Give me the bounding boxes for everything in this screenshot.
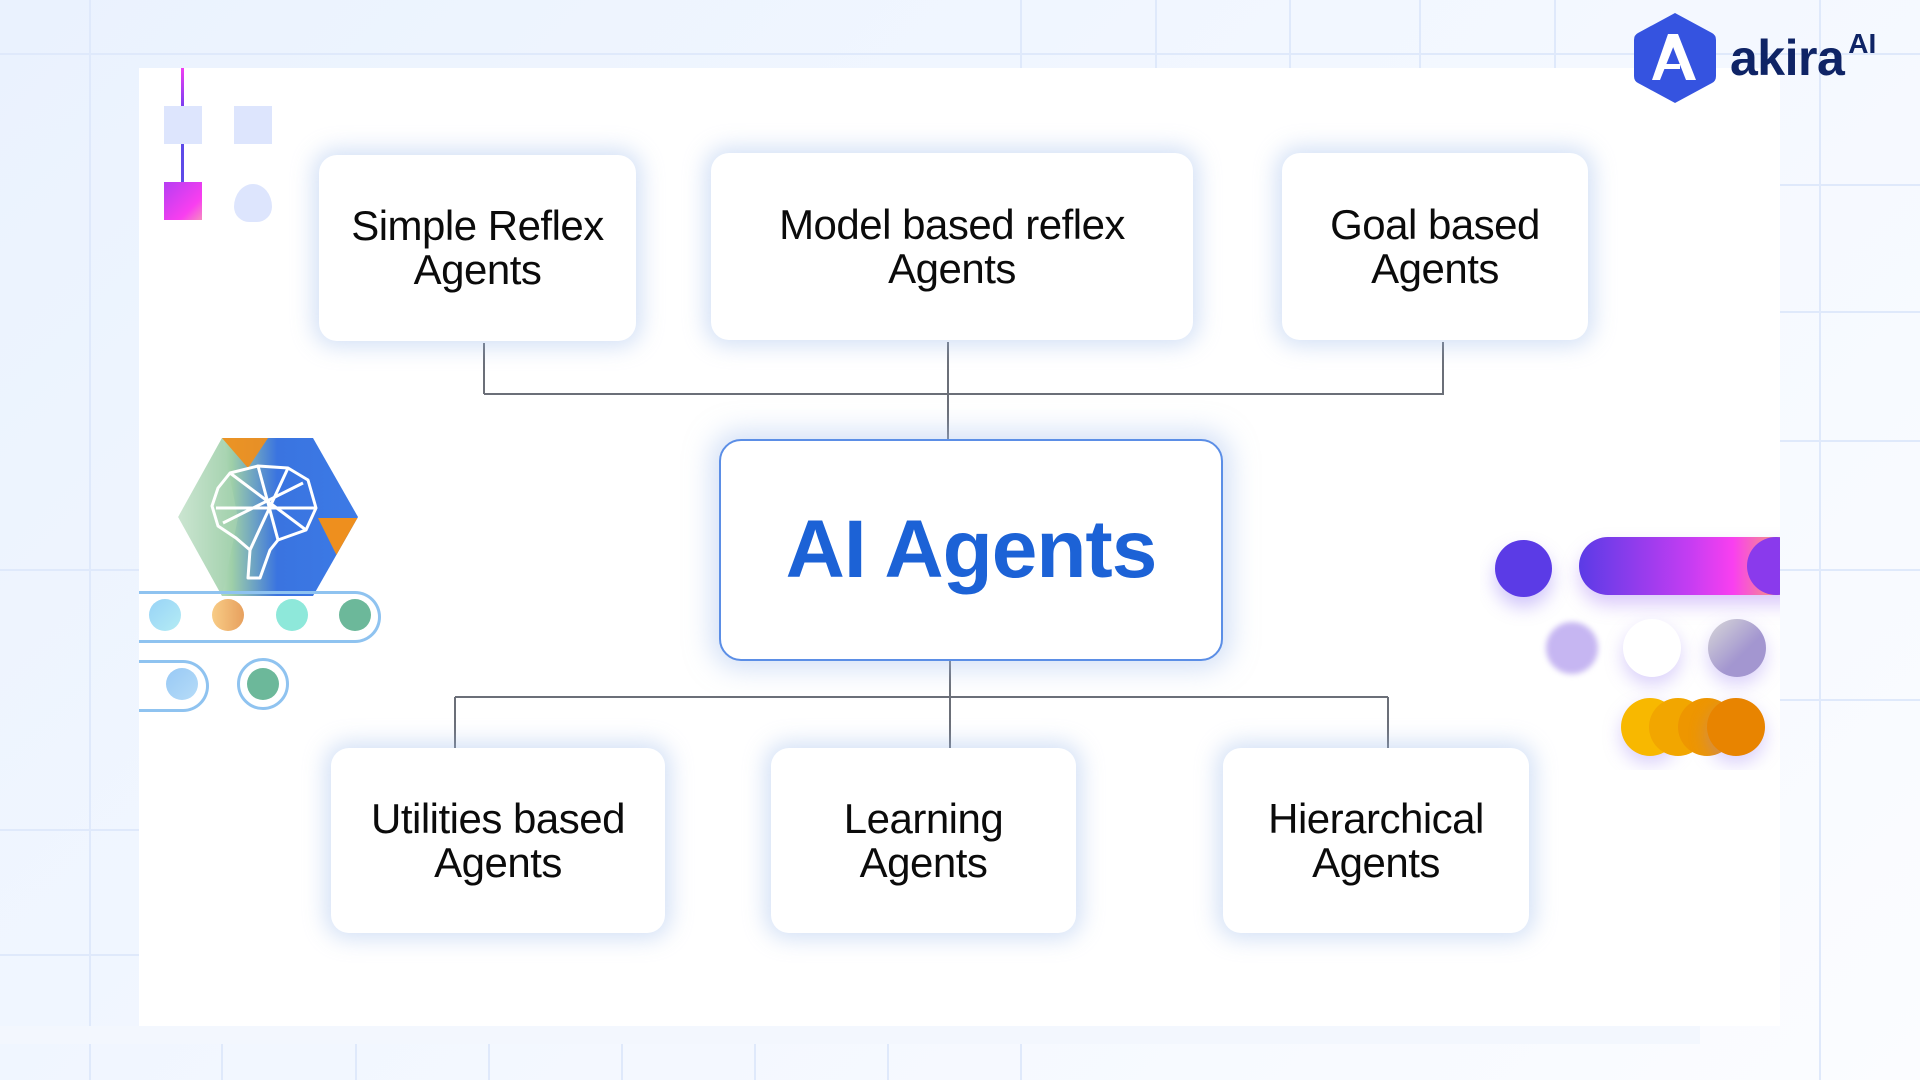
node-model-based-reflex-agents[interactable]: Model based reflex Agents [711, 153, 1193, 340]
dot-pale-blue [166, 668, 198, 700]
hexagon-a-logo-icon [1634, 13, 1716, 103]
node-label-line1: Utilities based [371, 794, 625, 842]
color-palette-icon [1480, 520, 1780, 770]
node-hierarchical-agents[interactable]: Hierarchical Agents [1223, 748, 1529, 933]
node-label-line1: Learning [843, 794, 1004, 842]
brand-superscript: AI [1848, 28, 1877, 59]
node-label-line2: Agents [434, 838, 562, 886]
dot-light-blue [149, 599, 181, 631]
dot-orange [212, 599, 244, 631]
node-label-line2: Agents [1371, 244, 1499, 292]
brand-logo[interactable]: akira AI [1632, 10, 1876, 106]
node-label-line1: Model based reflex [779, 200, 1125, 248]
root-label: AI Agents [785, 504, 1158, 595]
node-label-line2: Agents [1312, 838, 1440, 886]
node-simple-reflex-agents[interactable]: Simple Reflex Agents [319, 155, 636, 341]
node-label-line1: Hierarchical [1268, 794, 1484, 842]
node-label-line1: Goal based [1330, 200, 1540, 248]
brand-wordmark: akira [1730, 30, 1845, 86]
node-goal-based-agents[interactable]: Goal based Agents [1282, 153, 1588, 340]
node-ai-agents-root[interactable]: AI Agents [719, 439, 1223, 661]
node-label-line2: Agents [413, 246, 542, 293]
brain-hexagon-icon [178, 438, 358, 596]
dot-teal [276, 599, 308, 631]
node-label-line2: Agents [859, 838, 988, 886]
dot-green-ring-center [247, 668, 279, 700]
node-learning-agents[interactable]: Learning Agents [771, 748, 1076, 933]
node-utilities-based-agents[interactable]: Utilities based Agents [331, 748, 665, 933]
dot-green [339, 599, 371, 631]
blocks-flow-icon [163, 68, 283, 228]
node-label-line2: Agents [888, 244, 1016, 292]
node-label-line1: Simple Reflex [351, 202, 604, 249]
